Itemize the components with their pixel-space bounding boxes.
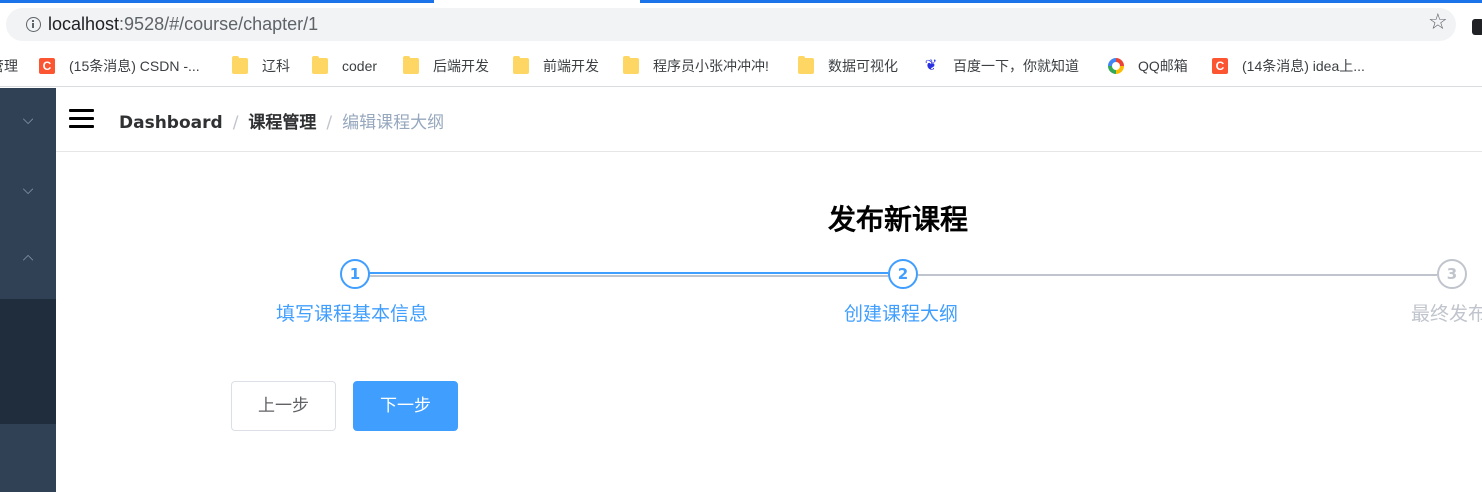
bookmark-star-icon[interactable]: ☆	[1428, 11, 1448, 35]
bookmark-item[interactable]: 程序员小张冲冲冲!	[623, 55, 769, 77]
chevron-down-icon[interactable]: ⌵	[0, 182, 56, 198]
bookmark-item[interactable]: 后端开发	[403, 55, 489, 77]
step-3-label: 最终发布	[1411, 303, 1482, 325]
bookmark-label: 后端开发	[433, 58, 489, 74]
step-2-icon: 2	[888, 259, 918, 289]
address-bar[interactable]: localhost:9528/#/course/chapter/1 ☆	[6, 8, 1456, 41]
previous-step-button[interactable]: 上一步	[231, 381, 336, 431]
csdn-icon: C	[1212, 58, 1228, 74]
url-path: :9528/#/course/chapter/1	[119, 14, 319, 34]
folder-icon	[623, 56, 639, 74]
step-2-label: 创建课程大纲	[844, 303, 959, 325]
bookmark-item[interactable]: ❦ 百度一下，你就知道	[923, 55, 1079, 77]
bookmark-label: 辽科	[262, 58, 290, 74]
folder-icon	[798, 56, 814, 74]
bookmark-item[interactable]: 前端开发	[513, 55, 599, 77]
bookmark-label: 管理	[0, 58, 18, 74]
bookmark-label: coder	[342, 58, 378, 74]
sidebar-submenu-active[interactable]	[0, 299, 56, 424]
folder-icon	[403, 56, 419, 74]
sidebar: ⌵ ⌵ ⌵	[0, 88, 56, 492]
bookmark-item[interactable]: coder	[312, 55, 377, 77]
step-connector-finished	[367, 272, 888, 274]
next-step-button[interactable]: 下一步	[353, 381, 458, 431]
breadcrumb: Dashboard / 课程管理 / 编辑课程大纲	[119, 108, 444, 133]
bookmark-label: (14条消息) idea上...	[1242, 58, 1365, 74]
bookmark-item[interactable]: QQ邮箱	[1108, 55, 1188, 77]
bookmark-item[interactable]: C (14条消息) idea上...	[1212, 55, 1365, 77]
breadcrumb-course-management[interactable]: 课程管理	[248, 113, 316, 133]
extension-icon[interactable]	[1472, 19, 1482, 35]
bookmark-item[interactable]: 数据可视化	[798, 55, 898, 77]
browser-toolbar: localhost:9528/#/course/chapter/1 ☆	[0, 3, 1482, 45]
bookmark-label: 百度一下，你就知道	[953, 58, 1079, 74]
folder-icon	[232, 56, 248, 74]
folder-icon	[312, 56, 328, 74]
csdn-icon: C	[39, 58, 55, 74]
bookmark-label: 程序员小张冲冲冲!	[653, 58, 769, 74]
baidu-icon: ❦	[924, 57, 938, 74]
breadcrumb-separator: /	[326, 113, 333, 133]
bookmarks-bar: 管理 C (15条消息) CSDN -... 辽科 coder 后端开发 前端开…	[0, 45, 1482, 87]
folder-icon	[513, 56, 529, 74]
step-3-icon: 3	[1437, 259, 1467, 289]
chevron-down-icon[interactable]: ⌵	[0, 112, 56, 128]
navbar: Dashboard / 课程管理 / 编辑课程大纲	[56, 88, 1482, 152]
hamburger-icon[interactable]	[69, 109, 94, 129]
bookmark-label: (15条消息) CSDN -...	[69, 58, 200, 74]
bookmark-label: 数据可视化	[828, 58, 898, 74]
bookmark-item[interactable]: 辽科	[232, 55, 290, 77]
step-1-icon: 1	[340, 259, 370, 289]
step-connector-pending	[918, 274, 1437, 276]
page-title: 发布新课程	[828, 203, 969, 236]
chevron-up-icon[interactable]: ⌵	[0, 251, 56, 267]
bookmark-label: 前端开发	[543, 58, 599, 74]
bookmark-item[interactable]: C (15条消息) CSDN -...	[39, 55, 200, 77]
info-icon[interactable]	[26, 17, 41, 32]
bookmark-label: QQ邮箱	[1138, 58, 1188, 74]
breadcrumb-current: 编辑课程大纲	[342, 113, 445, 133]
bookmark-item[interactable]: 管理	[0, 55, 18, 77]
step-1-label: 填写课程基本信息	[276, 303, 429, 325]
breadcrumb-dashboard[interactable]: Dashboard	[119, 113, 223, 133]
breadcrumb-separator: /	[232, 113, 239, 133]
url-host: localhost	[48, 14, 120, 34]
qq-mail-icon	[1108, 58, 1124, 74]
url-text[interactable]: localhost:9528/#/course/chapter/1	[48, 14, 318, 35]
